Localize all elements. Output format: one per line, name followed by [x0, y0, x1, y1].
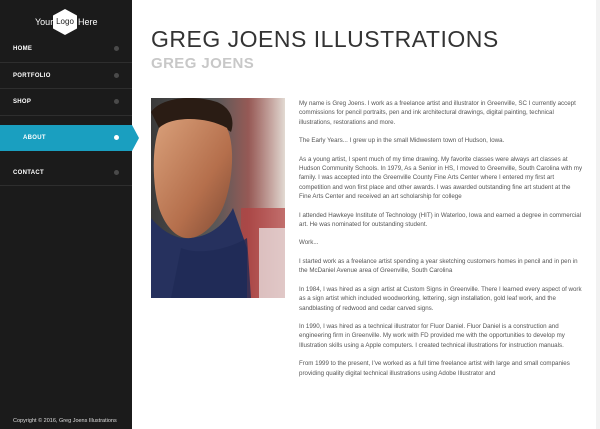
nav-item-label: CONTACT — [13, 169, 44, 176]
bio-paragraph: I started work as a freelance artist spe… — [299, 258, 578, 275]
nav-dot-icon — [114, 134, 119, 140]
copyright-text: Copyright © 2016, Greg Joens Illustratio… — [13, 418, 117, 424]
main-nav: HOME PORTFOLIO SHOP ABOUT CONTACT — [0, 36, 139, 186]
sidebar: Your Logo Here HOME PORTFOLIO SHOP ABOUT… — [0, 0, 139, 429]
bio-paragraph: In 1984, I was hired as a sign artist at… — [299, 285, 582, 312]
nav-dot-icon — [114, 99, 119, 104]
logo-text-right: Here — [78, 17, 98, 27]
site-logo[interactable]: Your Logo Here — [0, 8, 132, 36]
main-content: GREG JOENS ILLUSTRATIONS GREG JOENS My n… — [132, 0, 600, 429]
nav-item-home[interactable]: HOME — [0, 36, 132, 63]
nav-item-about[interactable]: ABOUT — [0, 124, 139, 151]
bio-paragraph: In 1990, I was hired as a technical illu… — [299, 323, 565, 349]
page-title: GREG JOENS ILLUSTRATIONS — [151, 26, 499, 52]
logo-hexagon-icon: Logo — [53, 9, 77, 35]
nav-item-portfolio[interactable]: PORTFOLIO — [0, 63, 132, 89]
bio-paragraph: As a young artist, I spent much of my ti… — [299, 155, 583, 200]
nav-item-label: ABOUT — [23, 134, 46, 141]
bio-text: My name is Greg Joens. I work as a freel… — [299, 99, 584, 387]
nav-dot-icon — [114, 46, 119, 51]
logo-text-left: Your — [35, 17, 54, 27]
portrait-photo — [151, 98, 285, 298]
nav-item-label: HOME — [13, 46, 33, 52]
nav-dot-icon — [114, 72, 119, 78]
logo-text-center: Logo — [56, 17, 74, 26]
nav-item-contact[interactable]: CONTACT — [0, 160, 132, 186]
bio-paragraph: From 1999 to the present, I've worked as… — [299, 360, 570, 377]
page-scrollbar[interactable] — [596, 0, 600, 429]
bio-paragraph: Work... — [299, 239, 319, 247]
nav-dot-icon — [114, 169, 119, 175]
nav-item-shop[interactable]: SHOP — [0, 89, 132, 116]
page-subtitle: GREG JOENS — [151, 55, 255, 72]
nav-item-label: PORTFOLIO — [13, 72, 51, 79]
nav-item-label: SHOP — [13, 99, 32, 105]
bio-paragraph: The Early Years... I grew up in the smal… — [299, 137, 505, 145]
bio-paragraph: I attended Hawkeye Institute of Technolo… — [299, 211, 582, 228]
bio-paragraph: My name is Greg Joens. I work as a freel… — [299, 100, 576, 126]
